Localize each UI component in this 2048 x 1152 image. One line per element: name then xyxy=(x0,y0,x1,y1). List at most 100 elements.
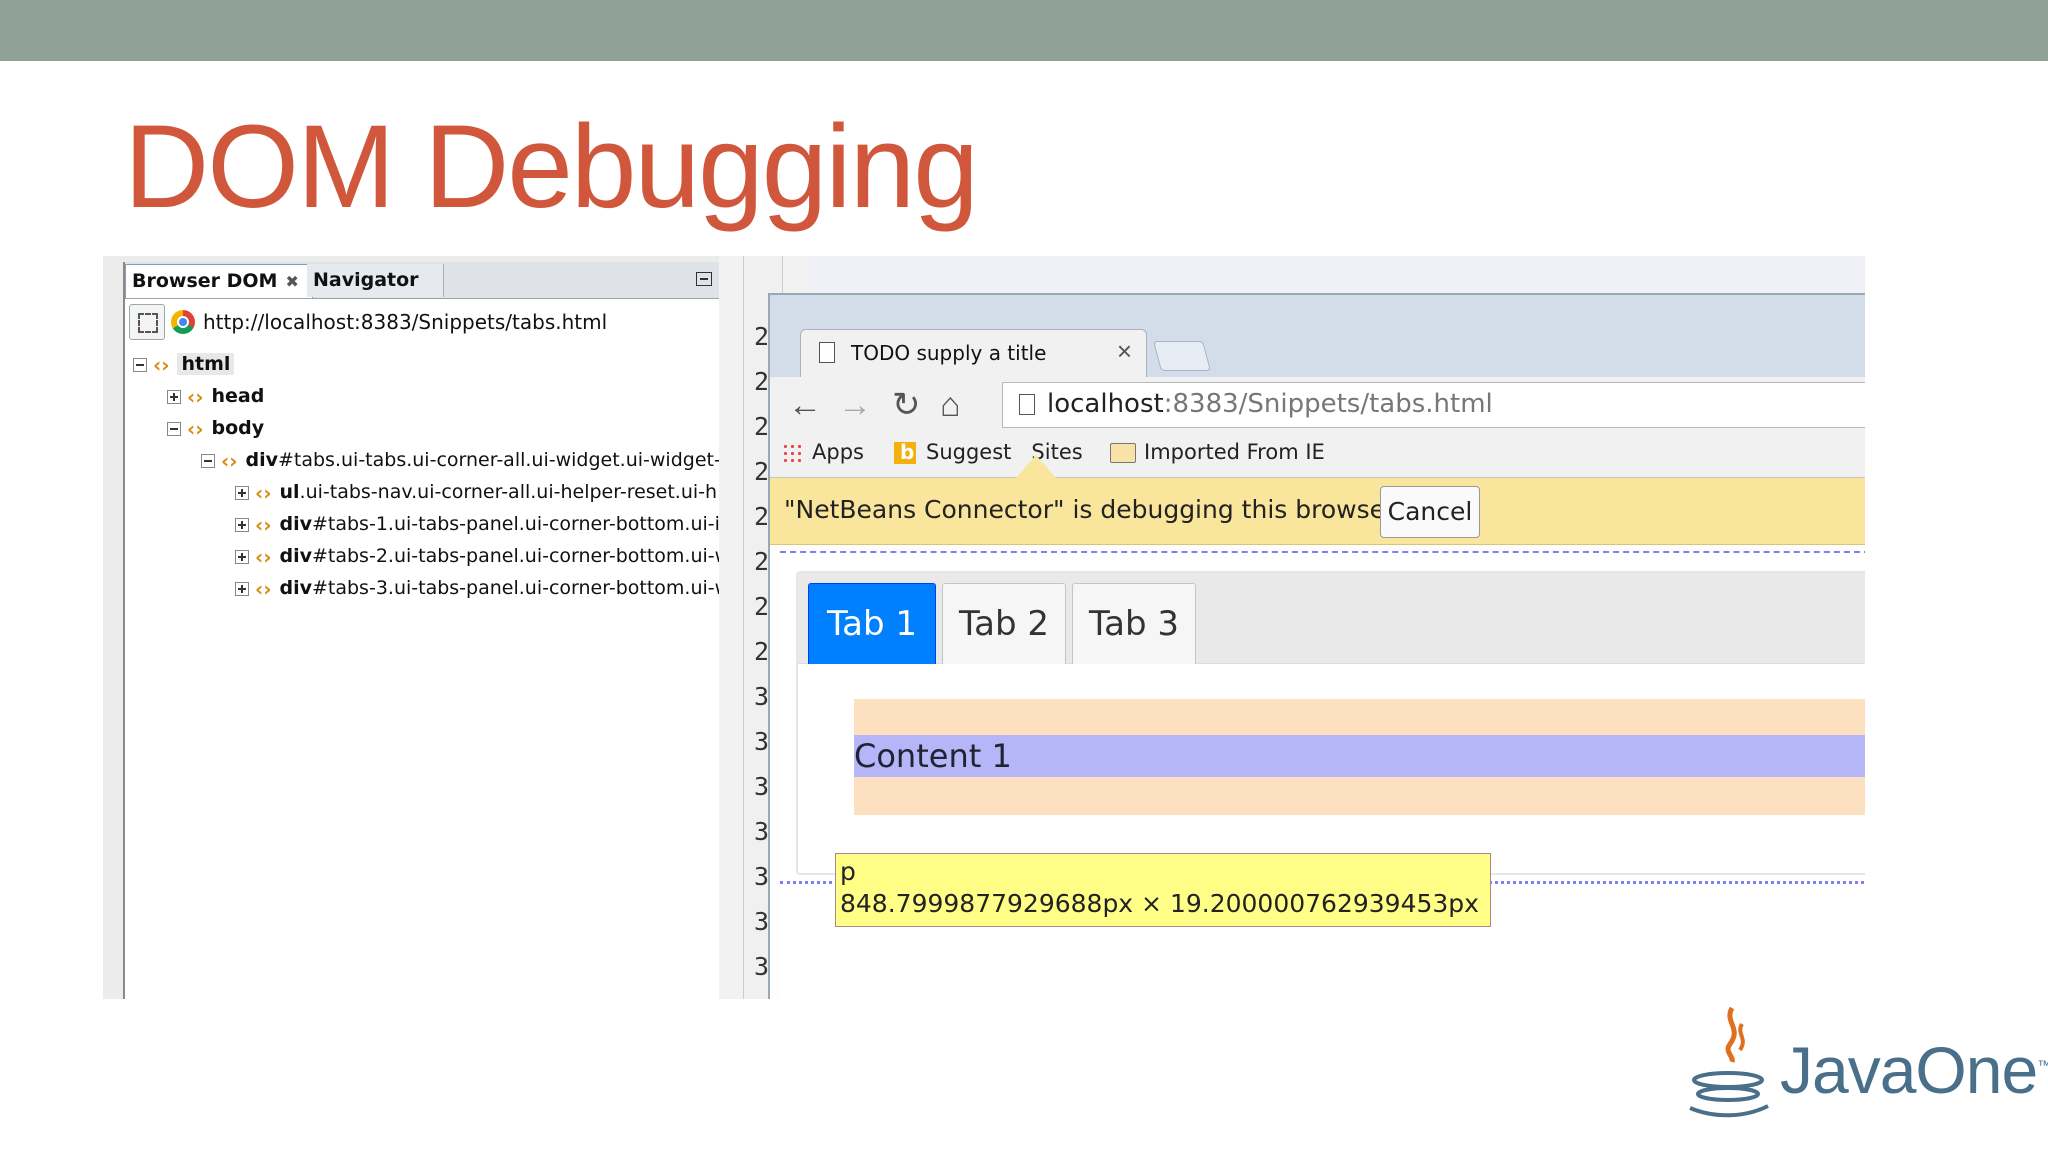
tab-panel-content: Content 1 xyxy=(854,735,1865,777)
node-tag: html xyxy=(181,353,231,375)
code-line-strip xyxy=(809,256,1865,292)
folder-icon xyxy=(1110,443,1136,463)
line-number: 3 xyxy=(754,907,770,936)
line-number: 2 xyxy=(754,457,770,486)
page-icon xyxy=(1019,394,1035,415)
browser-toolbar: ← → ↻ ⌂ localhost:8383/Snippets/tabs.htm… xyxy=(770,377,1865,432)
tree-node-ul[interactable]: ‹› ul.ui-tabs-nav.ui-corner-all.ui-helper… xyxy=(235,476,717,508)
javaone-logo: JavaOne™ xyxy=(1684,1002,2048,1122)
tag-icon: ‹› xyxy=(255,512,272,537)
tree-node-head[interactable]: ‹› head xyxy=(167,380,264,412)
line-number: 3 xyxy=(754,727,770,756)
tab-navigator-label: Navigator xyxy=(313,269,419,291)
tabs-nav: Tab 1 Tab 2 Tab 3 xyxy=(798,573,1865,664)
page-icon xyxy=(819,342,835,363)
tab-browser-dom[interactable]: Browser DOM ✖ xyxy=(125,264,313,298)
panel-tabstrip: Browser DOM ✖ Navigator xyxy=(125,262,722,299)
line-number: 2 xyxy=(754,367,770,396)
tab-1[interactable]: Tab 1 xyxy=(808,583,936,664)
line-number: 2 xyxy=(754,547,770,576)
forward-arrow-icon[interactable]: → xyxy=(838,385,872,425)
tree-node-div-tabs-1[interactable]: ‹› div#tabs-1.ui-tabs-panel.ui-corner-bot… xyxy=(235,508,720,540)
slide-title: DOM Debugging xyxy=(124,101,979,233)
tree-node-div-tabs[interactable]: ‹› div#tabs.ui-tabs.ui-corner-all.ui-widg… xyxy=(201,444,731,476)
line-number: 2 xyxy=(754,637,770,666)
minimize-icon[interactable] xyxy=(696,272,712,286)
tag-icon: ‹› xyxy=(187,384,204,409)
node-tag: head xyxy=(211,385,265,407)
tag-icon: ‹› xyxy=(255,480,272,505)
collapse-icon[interactable] xyxy=(133,357,147,372)
debugging-message: "NetBeans Connector" is debugging this b… xyxy=(784,495,1401,524)
new-tab-button[interactable] xyxy=(1152,341,1212,371)
paragraph-margin-highlight: Content 1 xyxy=(854,699,1865,815)
tree-node-html[interactable]: ‹› html xyxy=(133,348,235,380)
line-number: 3 xyxy=(754,772,770,801)
screenshot-area: Browser DOM ✖ Navigator http://localhost:… xyxy=(103,256,1865,999)
line-number: 3 xyxy=(754,682,770,711)
node-tag: body xyxy=(211,417,265,439)
line-number: 2 xyxy=(754,592,770,621)
expand-icon[interactable] xyxy=(235,549,249,564)
javaone-text: JavaOne xyxy=(1780,1033,2038,1107)
reload-icon[interactable]: ↻ xyxy=(892,385,921,425)
tooltip-tag: p xyxy=(840,857,856,886)
select-mode-button[interactable] xyxy=(129,304,165,340)
node-selector: #tabs-2.ui-tabs-panel.ui-corner-bottom.u… xyxy=(311,545,731,567)
jquery-tabs-widget: Tab 1 Tab 2 Tab 3 Content 1 xyxy=(796,571,1865,875)
node-tag: div xyxy=(279,545,312,567)
close-tab-icon[interactable]: × xyxy=(1117,336,1132,367)
address-bar[interactable]: localhost:8383/Snippets/tabs.html xyxy=(1002,382,1865,428)
bookmark-imported-label: Imported From IE xyxy=(1144,440,1325,464)
expand-icon[interactable] xyxy=(167,389,181,404)
tree-node-div-tabs-3[interactable]: ‹› div#tabs-3.ui-tabs-panel.ui-corner-bot… xyxy=(235,572,730,604)
tag-icon: ‹› xyxy=(187,416,204,441)
browser-tab[interactable]: TODO supply a title × xyxy=(800,329,1147,378)
bing-icon xyxy=(894,440,916,464)
close-icon[interactable]: ✖ xyxy=(285,272,298,291)
tree-node-body[interactable]: ‹› body xyxy=(167,412,264,444)
url-host: localhost xyxy=(1047,389,1164,419)
node-selector: #tabs-1.ui-tabs-panel.ui-corner-bottom.u… xyxy=(311,513,720,535)
node-tag: div xyxy=(245,449,278,471)
dom-url: http://localhost:8383/Snippets/tabs.html xyxy=(203,310,608,334)
tree-node-div-tabs-2[interactable]: ‹› div#tabs-2.ui-tabs-panel.ui-corner-bot… xyxy=(235,540,730,572)
expand-icon[interactable] xyxy=(235,517,249,532)
tab-3[interactable]: Tab 3 xyxy=(1072,583,1196,664)
tab-2[interactable]: Tab 2 xyxy=(942,583,1066,664)
tag-icon: ‹› xyxy=(221,448,238,473)
browser-dom-window: Browser DOM ✖ Navigator http://localhost:… xyxy=(123,262,731,999)
bookmarks-bar: Apps Suggest Sites Imported From IE xyxy=(770,432,1865,478)
chrome-window: TODO supply a title × ← → ↻ ⌂ localhost:… xyxy=(768,293,1865,999)
element-size-tooltip: p 848.7999877929688px × 19.2000007629394… xyxy=(835,853,1491,927)
bookmark-imported-from-ie[interactable]: Imported From IE xyxy=(1110,440,1325,464)
tab-browser-dom-label: Browser DOM xyxy=(132,270,278,292)
expand-icon[interactable] xyxy=(235,485,249,500)
tab-navigator[interactable]: Navigator xyxy=(307,264,444,297)
tooltip-size: 848.7999877929688px × 19.200000762939453… xyxy=(840,889,1479,918)
bookmark-apps[interactable]: Apps xyxy=(782,440,864,464)
line-number: 2 xyxy=(754,322,770,351)
line-number: 3 xyxy=(754,862,770,891)
javaone-wordmark: JavaOne™ xyxy=(1780,1032,2048,1108)
node-tag: div xyxy=(279,513,312,535)
line-number: 2 xyxy=(754,502,770,531)
collapse-icon[interactable] xyxy=(167,421,181,436)
chrome-icon xyxy=(171,310,195,334)
back-arrow-icon[interactable]: ← xyxy=(788,385,822,425)
cancel-button[interactable]: Cancel xyxy=(1380,486,1480,538)
expand-icon[interactable] xyxy=(235,581,249,596)
browser-dom-panel: Browser DOM ✖ Navigator http://localhost:… xyxy=(103,256,731,999)
dom-url-bar: http://localhost:8383/Snippets/tabs.html xyxy=(125,300,722,344)
collapse-icon[interactable] xyxy=(201,453,215,468)
debugging-infobar: "NetBeans Connector" is debugging this b… xyxy=(770,478,1865,545)
browser-tab-title: TODO supply a title xyxy=(851,341,1047,365)
line-number: 3 xyxy=(754,817,770,846)
slide-header-bar xyxy=(0,0,2048,61)
line-number: 3 xyxy=(754,952,770,981)
apps-icon xyxy=(782,443,802,463)
home-icon[interactable]: ⌂ xyxy=(940,385,961,425)
line-number: 2 xyxy=(754,412,770,441)
tag-icon: ‹› xyxy=(255,544,272,569)
node-selector: .ui-tabs-nav.ui-corner-all.ui-helper-res… xyxy=(299,481,718,503)
